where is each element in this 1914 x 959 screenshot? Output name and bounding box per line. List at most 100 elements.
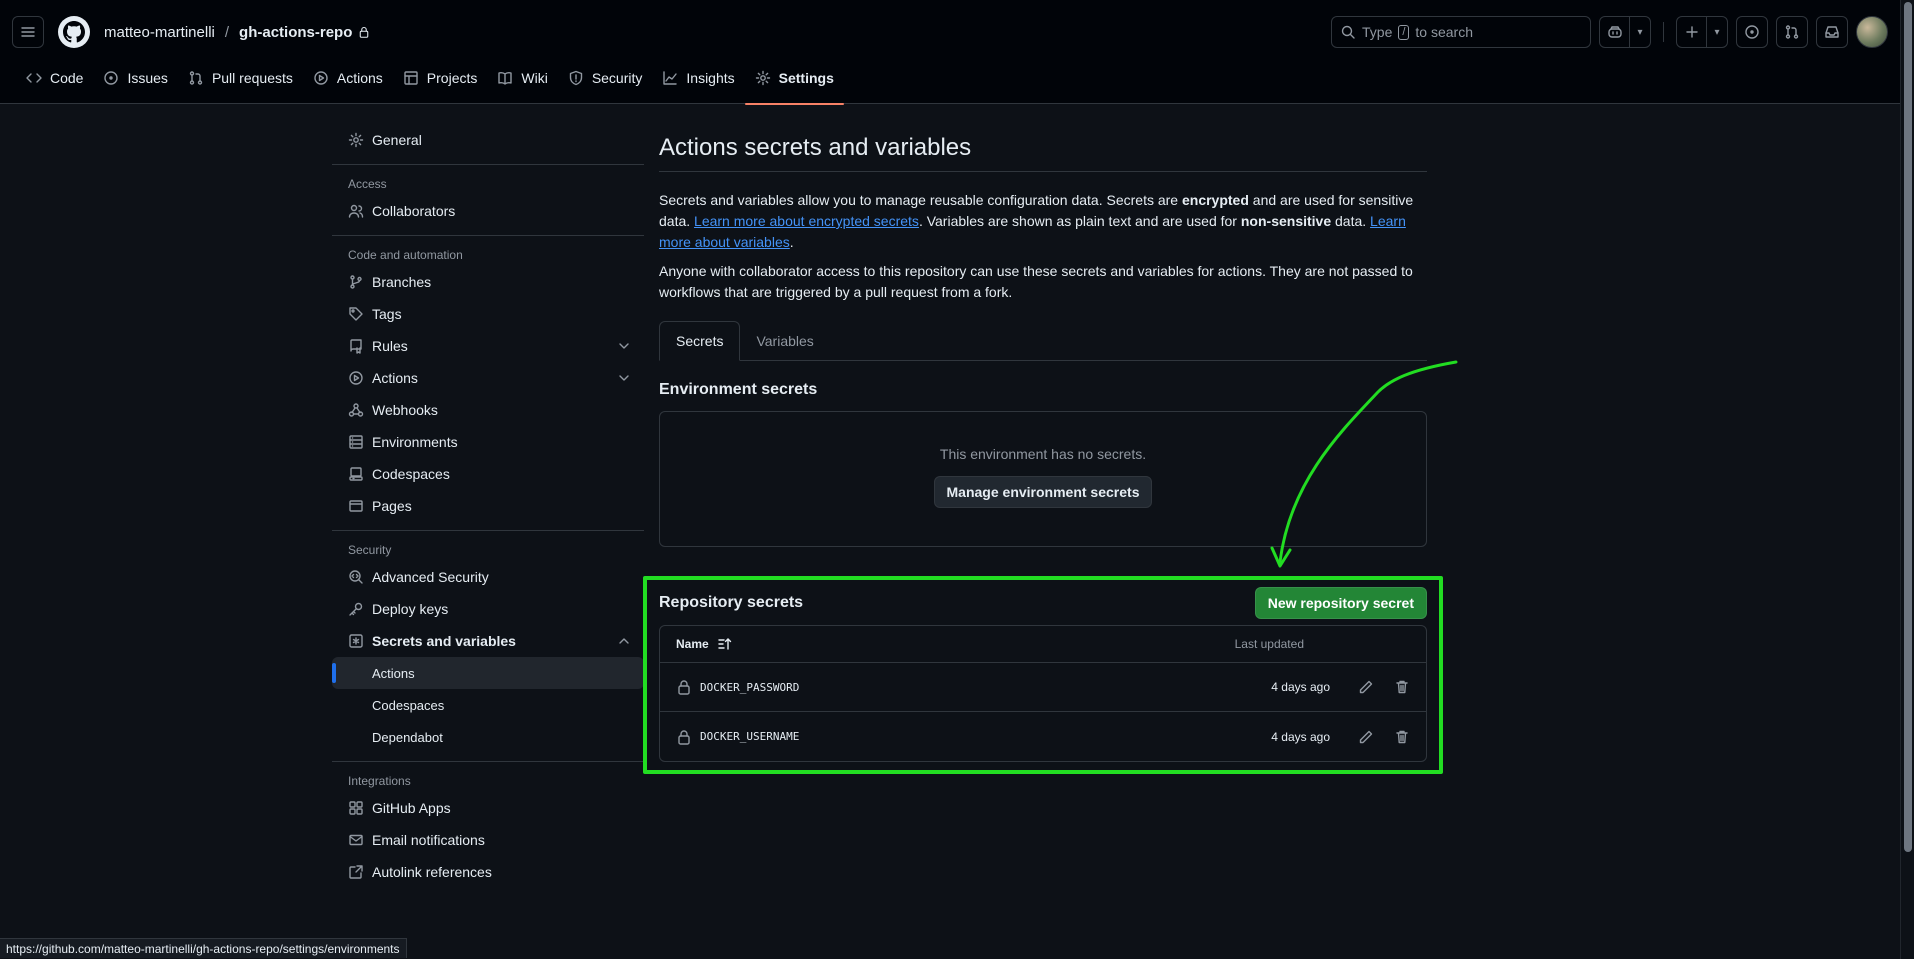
column-last-updated: Last updated (1234, 637, 1304, 651)
manage-environment-secrets-button[interactable]: Manage environment secrets (933, 476, 1153, 508)
sidebar-item-pages[interactable]: Pages (332, 490, 644, 522)
sidebar-item-email-notifications[interactable]: Email notifications (332, 824, 644, 856)
issues-button[interactable] (1736, 16, 1768, 48)
sidebar-item-github-apps[interactable]: GitHub Apps (332, 792, 644, 824)
search-shortcut-key: / (1398, 24, 1410, 40)
tab-actions[interactable]: Actions (303, 64, 393, 104)
sidebar-item-label: Collaborators (372, 203, 456, 219)
sidebar-subitem-actions[interactable]: Actions (332, 657, 644, 689)
sidebar-item-environments[interactable]: Environments (332, 426, 644, 458)
header-divider (1663, 22, 1664, 42)
play-icon (314, 71, 328, 85)
github-logo-icon[interactable] (58, 16, 90, 48)
sidebar-item-label: Advanced Security (372, 569, 489, 585)
row-actions (1358, 679, 1410, 695)
secret-name: DOCKER_PASSWORD (700, 680, 800, 694)
apps-icon (349, 801, 363, 815)
tab-wiki[interactable]: Wiki (487, 64, 557, 104)
inbox-button[interactable] (1816, 16, 1848, 48)
sidebar-item-codespaces[interactable]: Codespaces (332, 458, 644, 490)
sidebar-item-tags[interactable]: Tags (332, 298, 644, 330)
sidebar-item-branches[interactable]: Branches (332, 266, 644, 298)
sidebar-divider (332, 530, 644, 531)
lock-icon (678, 729, 690, 745)
menu-button[interactable] (12, 16, 44, 48)
sidebar-item-general[interactable]: General (332, 124, 644, 156)
table-header: Name Last updated (660, 626, 1426, 663)
copilot-button[interactable]: ▾ (1599, 16, 1651, 48)
chevron-down-icon[interactable]: ▾ (1630, 17, 1650, 47)
tag-icon (349, 307, 363, 321)
pull-requests-button[interactable] (1776, 16, 1808, 48)
trash-icon[interactable] (1394, 729, 1410, 745)
column-name-label: Name (676, 637, 709, 651)
breadcrumb-separator: / (224, 23, 230, 41)
status-bar-url: https://github.com/matteo-martinelli/gh-… (0, 938, 407, 958)
chevron-down-icon[interactable]: ▾ (1707, 17, 1727, 47)
repository-secrets-header: Repository secrets New repository secret (659, 587, 1427, 619)
secret-updated: 4 days ago (1271, 680, 1330, 694)
repo-owner-link[interactable]: matteo-martinelli (104, 24, 215, 41)
tab-settings[interactable]: Settings (744, 64, 845, 105)
search-input[interactable]: Type / to search (1331, 16, 1591, 48)
sidebar-item-actions[interactable]: Actions (332, 362, 644, 394)
chevron-up-icon[interactable] (616, 633, 632, 649)
sidebar-item-label: Autolink references (372, 864, 492, 880)
sidebar-item-webhooks[interactable]: Webhooks (332, 394, 644, 426)
desc-non-sensitive: non-sensitive (1240, 213, 1332, 229)
secret-updated: 4 days ago (1271, 729, 1330, 744)
copilot-icon[interactable] (1600, 17, 1630, 47)
trash-icon[interactable] (1394, 679, 1410, 695)
sidebar-item-label: GitHub Apps (372, 800, 451, 816)
pencil-icon[interactable] (1358, 679, 1374, 695)
sidebar-item-rules[interactable]: Rules (332, 330, 644, 362)
plus-icon[interactable] (1677, 17, 1707, 47)
sort-asc-icon[interactable] (717, 636, 733, 652)
tab-variables[interactable]: Variables (740, 321, 829, 360)
sidebar-item-deploy-keys[interactable]: Deploy keys (332, 593, 644, 625)
sidebar-item-secrets-variables[interactable]: Secrets and variables (332, 625, 644, 657)
pull-request-icon (1785, 25, 1799, 39)
table-row: DOCKER_USERNAME 4 days ago (660, 712, 1426, 761)
sidebar-item-advanced-security[interactable]: Advanced Security (332, 561, 644, 593)
learn-more-secrets-link[interactable]: Learn more about encrypted secrets (694, 213, 919, 229)
codescan-icon (349, 570, 363, 584)
sidebar-subitem-dependabot[interactable]: Dependabot (332, 721, 644, 753)
sidebar-item-collaborators[interactable]: Collaborators (332, 195, 644, 227)
sidebar-heading-security: Security (348, 543, 392, 557)
environment-secrets-box: This environment has no secrets. Manage … (659, 411, 1427, 547)
tab-projects[interactable]: Projects (393, 64, 488, 104)
tab-issues[interactable]: Issues (93, 64, 177, 104)
sidebar-subitem-codespaces[interactable]: Codespaces (332, 689, 644, 721)
create-new-button[interactable]: ▾ (1676, 16, 1728, 48)
search-placeholder: Type (1362, 24, 1393, 40)
hamburger-icon (21, 27, 35, 37)
sidebar-heading-integrations: Integrations (348, 774, 411, 788)
scrollbar-thumb[interactable] (1904, 2, 1912, 852)
sidebar-item-label: Rules (372, 338, 408, 354)
vertical-scrollbar[interactable] (1900, 0, 1914, 959)
tab-insights[interactable]: Insights (652, 64, 744, 104)
tab-secrets[interactable]: Secrets (659, 321, 741, 361)
cross-reference-icon (349, 865, 363, 879)
tab-code[interactable]: Code (16, 64, 93, 104)
pencil-icon[interactable] (1358, 729, 1374, 745)
sidebar-divider (332, 164, 644, 165)
tab-pull-requests[interactable]: Pull requests (178, 64, 303, 104)
chevron-down-icon[interactable] (616, 338, 632, 354)
environment-secrets-title: Environment secrets (659, 381, 818, 398)
tab-label: Security (591, 70, 643, 86)
column-name[interactable]: Name (676, 636, 733, 652)
avatar[interactable] (1856, 16, 1888, 48)
page-title: Actions secrets and variables (659, 124, 1427, 172)
sidebar-item-autolink-references[interactable]: Autolink references (332, 856, 644, 888)
new-repository-secret-button[interactable]: New repository secret (1254, 587, 1427, 619)
desc-text: . (789, 234, 794, 250)
sidebar-item-label: Email notifications (372, 832, 485, 848)
repo-name-link[interactable]: gh-actions-repo (239, 24, 352, 41)
sidebar-item-label: Codespaces (372, 466, 450, 482)
tab-security[interactable]: Security (558, 64, 653, 104)
chevron-down-icon[interactable] (616, 370, 632, 386)
sidebar-heading-code: Code and automation (348, 248, 463, 262)
search-icon (1341, 25, 1355, 39)
